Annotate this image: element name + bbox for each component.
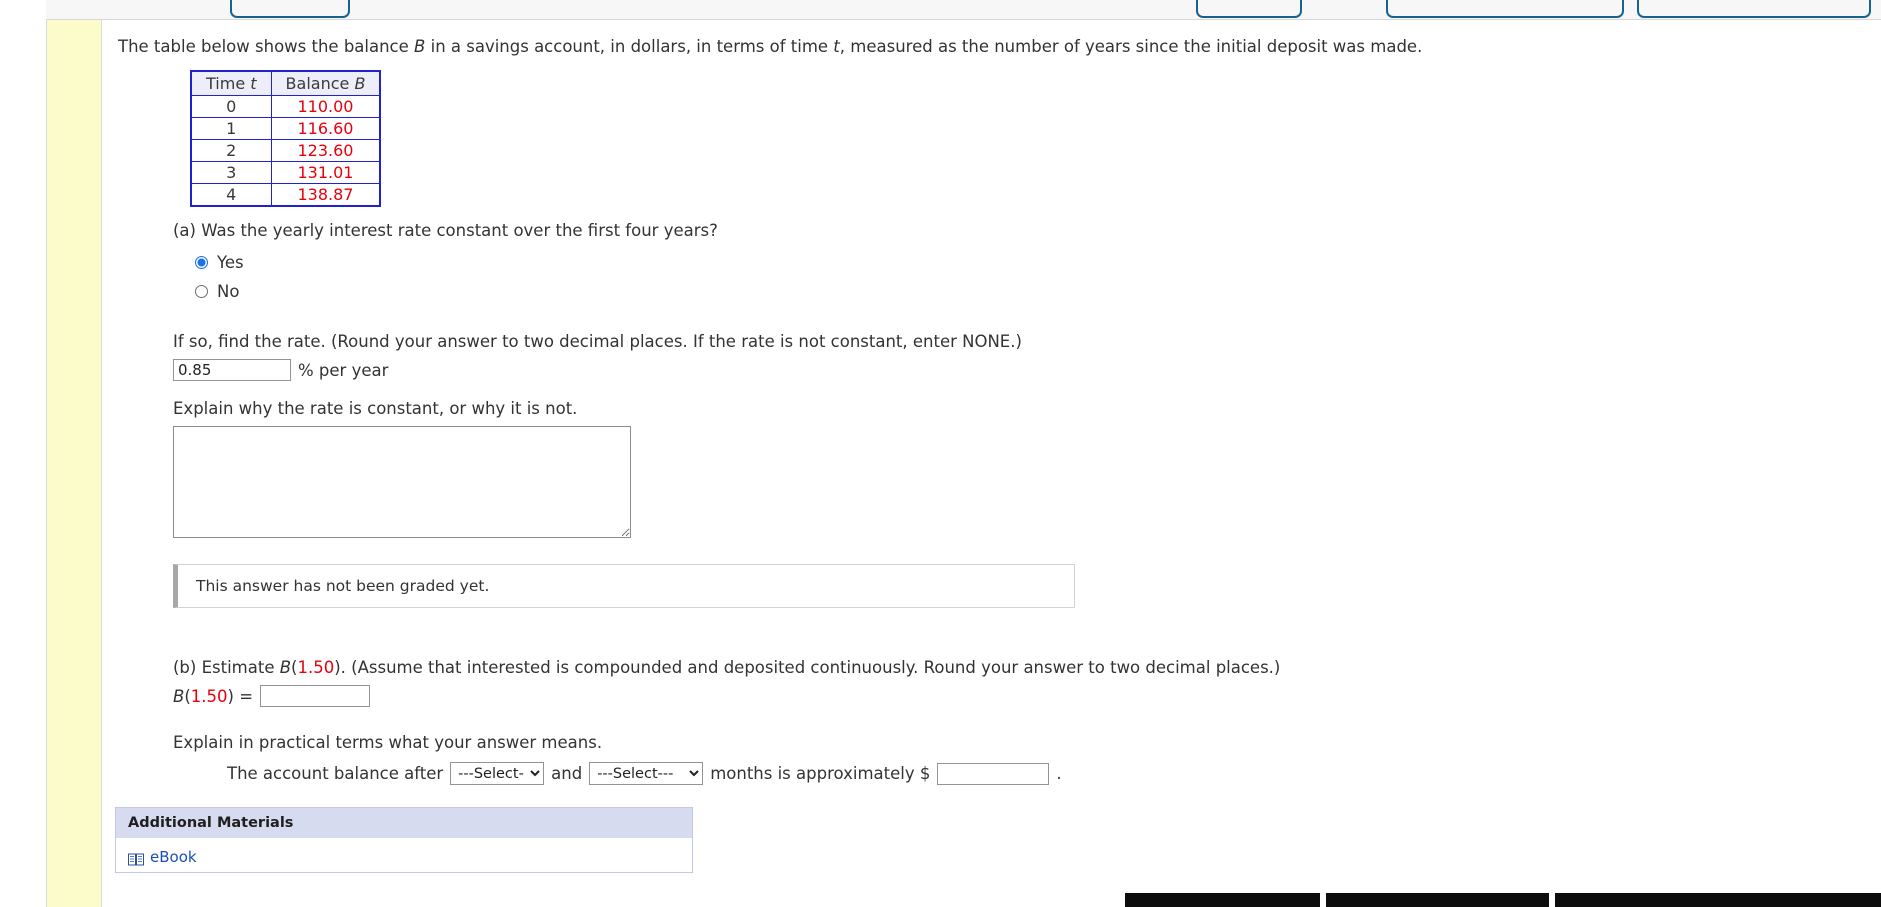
ungraded-notice-text: This answer has not been graded yet. (196, 577, 490, 596)
toolbar-button-2[interactable] (1196, 0, 1302, 18)
balance-table-body: 0 110.00 1 116.60 2 123.60 3 131.01 4 13… (190, 95, 381, 207)
bottom-edge-gap (1320, 893, 1326, 907)
part-b-block: (b) Estimate B(1.50). (Assume that inter… (173, 658, 1881, 786)
answer-label-equals: = (233, 686, 254, 706)
sentence-middle: months is approximately $ (710, 764, 931, 784)
part-b-suffix: . (Assume that interested is compounded … (340, 658, 1281, 678)
radio-label-no: No (217, 282, 240, 302)
dollar-amount-input[interactable] (937, 762, 1050, 785)
cell-time: 3 (190, 161, 272, 185)
explain-textarea[interactable] (173, 426, 631, 539)
question-status-rail (46, 20, 102, 907)
radio-option-no[interactable]: No (195, 277, 1881, 306)
answer-label-func: B (173, 686, 185, 706)
page-bottom-edge (1125, 893, 1881, 907)
cell-balance: 110.00 (270, 95, 381, 119)
balance-table: Time t Balance B 0 110.00 1 116.60 2 123… (190, 70, 382, 208)
table-row: 4 138.87 (190, 183, 381, 207)
additional-materials-title: Additional Materials (116, 808, 692, 839)
toolbar-button-1[interactable] (230, 0, 350, 18)
practical-sentence-row: The account balance after ---Select--- a… (227, 762, 1881, 786)
radio-label-yes: Yes (217, 253, 244, 273)
part-b-question: (b) Estimate B(1.50). (Assume that inter… (173, 658, 1281, 678)
cell-balance: 131.01 (270, 161, 381, 185)
cell-balance: 116.60 (270, 117, 381, 141)
book-icon (128, 851, 144, 866)
table-row: 0 110.00 (190, 95, 381, 119)
practical-prompt: Explain in practical terms what your ans… (173, 733, 603, 753)
toolbar-button-3[interactable] (1386, 0, 1624, 18)
part-a-question: (a) Was the yearly interest rate constan… (173, 221, 718, 241)
additional-materials-panel: Additional Materials eBook (115, 807, 693, 874)
column-header-time: Time t (190, 70, 272, 97)
part-b-arg: 1.50 (297, 658, 335, 678)
table-header-row: Time t Balance B (190, 70, 381, 97)
part-b-func: B (279, 658, 292, 678)
ungraded-notice: This answer has not been graded yet. (173, 564, 1075, 609)
question-intro: The table below shows the balance B in a… (115, 36, 1881, 58)
radio-option-yes[interactable]: Yes (195, 248, 1881, 277)
cell-balance: 123.60 (270, 139, 381, 163)
header-balance-text: Balance (285, 74, 355, 94)
sentence-and: and (551, 764, 583, 784)
question-content: The table below shows the balance B in a… (103, 20, 1881, 907)
bottom-edge-gap (1549, 893, 1555, 907)
toolbar-button-4[interactable] (1637, 0, 1871, 18)
toolbar-left-gutter (0, 0, 46, 20)
ebook-link[interactable]: eBook (150, 848, 197, 866)
header-time-text: Time (206, 74, 251, 94)
intro-var-b: B (414, 37, 426, 56)
header-time-var: t (250, 74, 257, 94)
part-b-answer-label: B(1.50) = (173, 686, 254, 706)
balance-table-wrapper: Time t Balance B 0 110.00 1 116.60 2 123… (190, 70, 1881, 208)
radio-button-yes[interactable] (195, 256, 208, 270)
cell-time: 1 (190, 117, 272, 141)
intro-text-after: , measured as the number of years since … (839, 37, 1423, 56)
part-a-block: (a) Was the yearly interest rate constan… (173, 221, 1881, 609)
table-row: 2 123.60 (190, 139, 381, 163)
answer-label-arg: 1.50 (190, 686, 228, 706)
select-period-1[interactable]: ---Select--- (450, 762, 545, 786)
part-b-prefix: (b) Estimate (173, 658, 280, 678)
rate-unit-label: % per year (298, 360, 389, 380)
intro-text-before: The table below shows the balance (118, 37, 415, 56)
sentence-start: The account balance after (227, 764, 444, 784)
intro-text-middle: in a savings account, in dollars, in ter… (425, 37, 834, 56)
select-period-2[interactable]: ---Select--- (589, 762, 704, 786)
explain-prompt: Explain why the rate is constant, or why… (173, 399, 578, 419)
cell-time: 2 (190, 139, 272, 163)
column-header-balance: Balance B (270, 70, 381, 97)
rate-answer-row: % per year (173, 359, 1881, 382)
top-toolbar (0, 0, 1881, 20)
rate-input[interactable] (173, 359, 291, 382)
cell-time: 0 (190, 95, 272, 119)
rate-prompt: If so, find the rate. (Round your answer… (173, 332, 1022, 352)
cell-balance: 138.87 (270, 183, 381, 207)
sentence-end: . (1056, 764, 1062, 784)
header-balance-var: B (354, 74, 366, 94)
cell-time: 4 (190, 183, 272, 207)
table-row: 1 116.60 (190, 117, 381, 141)
part-b-answer-input[interactable] (260, 685, 371, 708)
additional-materials-body: eBook (116, 838, 692, 872)
radio-button-no[interactable] (195, 285, 208, 299)
part-b-answer-row: B(1.50) = (173, 685, 1881, 708)
table-row: 3 131.01 (190, 161, 381, 185)
